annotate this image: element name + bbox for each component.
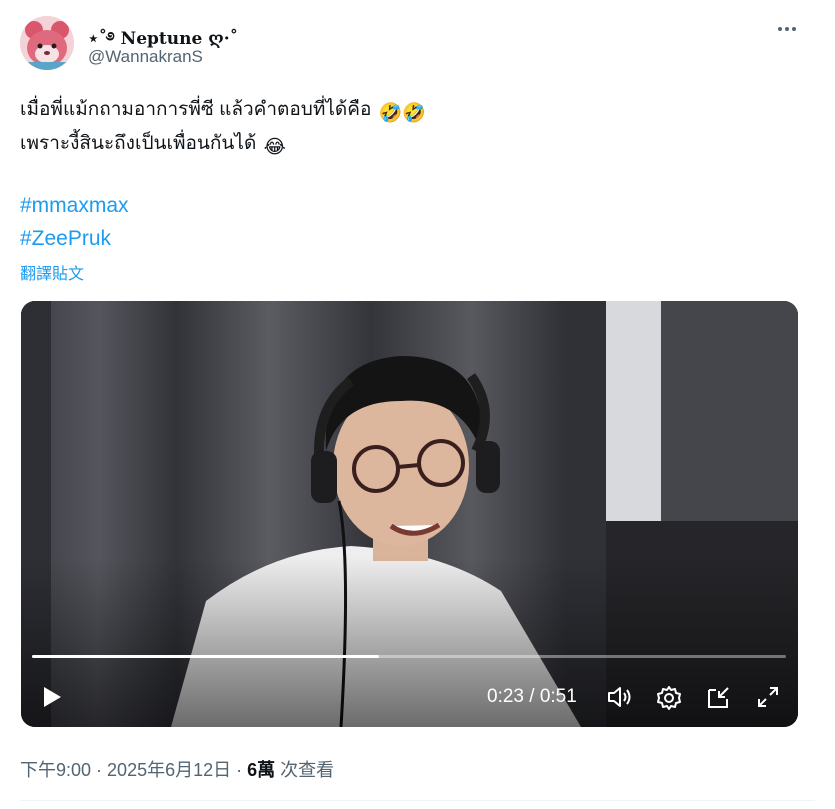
user-handle[interactable]: @WannakranS bbox=[88, 47, 203, 67]
duration: 0:51 bbox=[539, 686, 577, 707]
post-text: เมื่อพี่แม้กถามอาการพี่ซี แล้วคำตอบที่ได… bbox=[20, 99, 372, 120]
hashtag-mmaxmax[interactable]: #mmaxmax bbox=[20, 194, 129, 218]
more-dot-icon bbox=[778, 27, 782, 31]
video-progress-fill bbox=[32, 655, 379, 658]
video-frame bbox=[21, 301, 798, 727]
post-text-line-2: เพราะงี้สินะถึงเป็นเพื่อนกันได้ 😂 bbox=[20, 128, 286, 159]
meta-separator: · bbox=[91, 760, 108, 780]
post-metadata: 下午9:00 · 2025年6月12日 · 6萬 次查看 bbox=[20, 756, 334, 782]
volume-icon bbox=[608, 687, 631, 707]
play-button[interactable] bbox=[40, 685, 64, 714]
settings-button[interactable] bbox=[656, 685, 682, 716]
hashtag-zeepruk[interactable]: #ZeePruk bbox=[20, 227, 111, 251]
current-time: 0:23 bbox=[487, 686, 524, 707]
play-icon bbox=[44, 687, 61, 707]
translate-post-link[interactable]: 翻譯貼文 bbox=[20, 260, 84, 284]
views-label: 次查看 bbox=[275, 760, 335, 780]
volume-button[interactable] bbox=[606, 684, 634, 715]
avatar[interactable] bbox=[20, 16, 74, 70]
more-dot-icon bbox=[785, 27, 789, 31]
post-text-line-1: เมื่อพี่แม้กถามอาการพี่ซี แล้วคำตอบที่ได… bbox=[20, 94, 426, 125]
more-options-button[interactable] bbox=[774, 17, 800, 41]
post-text: เพราะงี้สินะถึงเป็นเพื่อนกันได้ bbox=[20, 133, 257, 154]
pink-bear-avatar-icon bbox=[20, 16, 74, 70]
video-player[interactable] bbox=[21, 301, 798, 727]
settings-gear-icon bbox=[657, 686, 681, 710]
more-dot-icon bbox=[792, 27, 796, 31]
divider bbox=[20, 800, 815, 801]
picture-in-picture-button[interactable] bbox=[706, 685, 732, 716]
video-time-display: 0:23 / 0:51 bbox=[487, 686, 577, 708]
time-separator: / bbox=[523, 686, 540, 707]
fullscreen-button[interactable] bbox=[756, 685, 780, 714]
pip-icon bbox=[708, 687, 729, 708]
meta-separator: · bbox=[231, 760, 248, 780]
video-progress-bar[interactable] bbox=[32, 655, 786, 658]
post-date[interactable]: 2025年6月12日 bbox=[107, 760, 231, 780]
rofl-emoji-icon: 🤣🤣 bbox=[378, 103, 426, 124]
post-time[interactable]: 下午9:00 bbox=[20, 760, 91, 780]
fullscreen-icon bbox=[758, 687, 778, 707]
view-count: 6萬 bbox=[247, 760, 276, 780]
tears-of-joy-emoji-icon: 😂 bbox=[263, 137, 286, 158]
